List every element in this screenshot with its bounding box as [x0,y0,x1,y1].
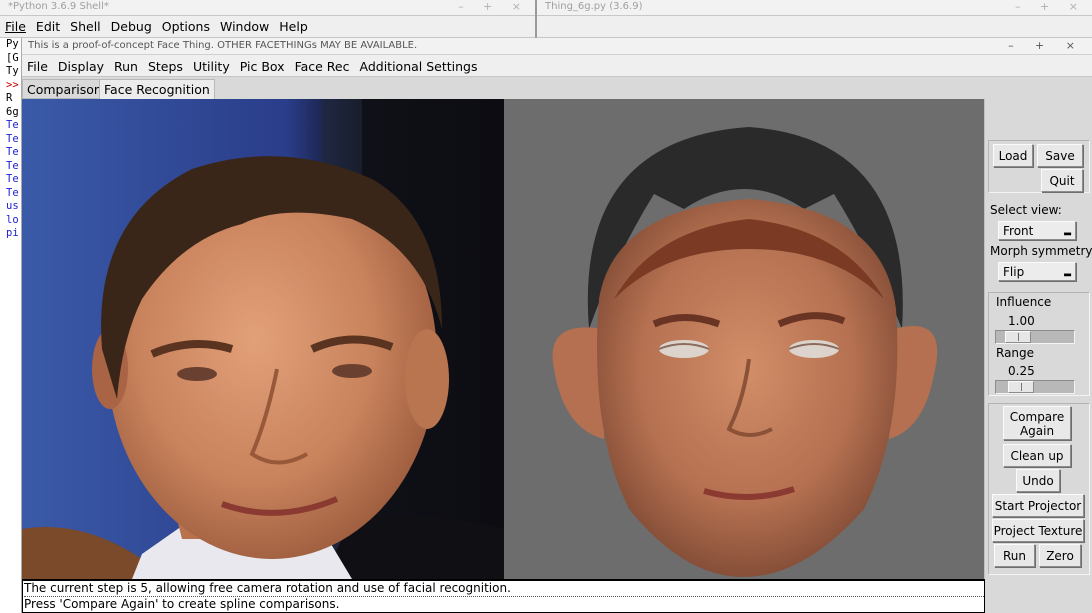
menu-pic-box[interactable]: Pic Box [235,55,290,75]
shell-line: Py [6,38,19,50]
morph-symmetry-dropdown[interactable]: Flip ▂ [998,262,1076,281]
compare-again-label-line1: Compare [1009,410,1065,424]
panel-footer [985,579,1092,613]
editor-window-titlebar[interactable]: Thing_6g.py (3.6.9) – + × [537,0,1092,16]
shell-line: >> [6,78,19,91]
menu-display[interactable]: Display [53,55,109,75]
menu-file[interactable]: File [22,55,53,75]
undo-button[interactable]: Undo [1016,469,1060,492]
select-view-dropdown[interactable]: Front ▂ [998,221,1076,240]
shell-line: Te [6,146,19,158]
shell-line: Te [6,132,19,145]
shell-line: Te [6,159,19,172]
editor-window-title: Thing_6g.py (3.6.9) [545,1,643,12]
shell-window-title: *Python 3.6.9 Shell* [8,1,109,12]
recognition-actions-group: Compare Again Clean up Undo Start Projec… [988,403,1090,575]
zero-button[interactable]: Zero [1039,544,1081,567]
menu-steps[interactable]: Steps [143,55,188,75]
select-view-value: Front [1003,224,1034,238]
status-line-2: Press 'Compare Again' to create spline c… [24,596,984,611]
shell-line: Te [6,119,19,131]
shell-line: 6g [6,105,19,118]
menu-additional-settings[interactable]: Additional Settings [355,55,483,75]
project-texture-button[interactable]: Project Texture [992,519,1084,542]
select-view-label: Select view: [990,203,1062,217]
shell-line: Te [6,173,19,185]
load-button[interactable]: Load [993,144,1033,167]
shell-line: lo [6,213,19,226]
shell-line: Ty [6,65,19,77]
morph-render-image [504,99,984,579]
range-slider[interactable] [995,380,1075,394]
clean-up-button[interactable]: Clean up [1003,444,1071,467]
shell-output[interactable]: Py [G Ty >> R 6g Te Te Te Te Te Te us lo pi [0,38,22,613]
morph-symmetry-label: Morph symmetry: [990,244,1092,258]
menu-utility[interactable]: Utility [188,55,235,75]
shell-line: R [6,92,13,104]
source-photo-image [22,99,504,579]
chevron-down-icon: ▂ [1064,226,1071,236]
compare-again-label-line2: Again [1019,424,1055,438]
start-projector-button[interactable]: Start Projector [992,494,1084,517]
shell-menu-debug[interactable]: Debug [106,16,157,36]
app-titlebar[interactable]: This is a proof-of-concept Face Thing. O… [22,38,1092,55]
app-window-controls[interactable]: – + × [1008,39,1084,52]
view-settings-group: Select view: Front ▂ Morph symmetry: Fli… [988,199,1092,285]
shell-menu-shell[interactable]: Shell [65,16,106,36]
morph-render-view[interactable] [504,99,984,579]
shell-menu-file[interactable]: File [0,16,31,36]
range-value: 0.25 [1008,364,1035,378]
shell-menu-window[interactable]: Window [215,16,274,36]
shell-menu-help[interactable]: Help [274,16,313,36]
control-panel: Load Save Quit Select view: Front ▂ Morp… [984,99,1092,579]
tab-bar: Comparisons Face Recognition [22,78,1092,99]
app-menubar: File Display Run Steps Utility Pic Box Face Re… [22,55,1092,77]
run-button[interactable]: Run [994,544,1035,567]
editor-menubar [537,16,1092,38]
chevron-down-icon: ▂ [1064,267,1071,277]
menu-run[interactable]: Run [109,55,143,75]
morph-sliders-group: Influence 1.00 Range 0.25 [988,292,1090,396]
compare-again-button[interactable]: Compare Again [1003,406,1071,440]
menu-face-rec[interactable]: Face Rec [290,55,355,75]
quit-button[interactable]: Quit [1041,169,1083,192]
influence-label: Influence [996,295,1052,309]
shell-window-controls[interactable]: – + × [458,0,529,13]
source-photo[interactable] [22,99,504,579]
shell-line: pi [6,227,19,239]
shell-line: [G [6,51,19,64]
app-title: This is a proof-of-concept Face Thing. O… [28,40,418,51]
shell-line: Te [6,186,19,199]
file-actions-group: Load Save Quit [988,140,1090,193]
influence-value: 1.00 [1008,314,1035,328]
morph-symmetry-value: Flip [1003,265,1025,279]
influence-slider-handle[interactable] [1005,331,1031,343]
influence-slider[interactable] [995,330,1075,344]
shell-menu-edit[interactable]: Edit [31,16,65,36]
status-area: The current step is 5, allowing free cam… [22,579,985,613]
range-label: Range [996,346,1035,360]
shell-menubar: File Edit Shell Debug Options Window Help [0,16,535,38]
editor-window-controls[interactable]: – + × [1015,0,1086,13]
shell-menu-options[interactable]: Options [157,16,215,36]
tab-face-recognition[interactable]: Face Recognition [99,79,215,99]
shell-window-titlebar[interactable]: *Python 3.6.9 Shell* – + × [0,0,535,16]
status-line-1: The current step is 5, allowing free cam… [24,581,511,595]
shell-line: us [6,200,19,212]
range-slider-handle[interactable] [1008,381,1034,393]
save-button[interactable]: Save [1037,144,1083,167]
